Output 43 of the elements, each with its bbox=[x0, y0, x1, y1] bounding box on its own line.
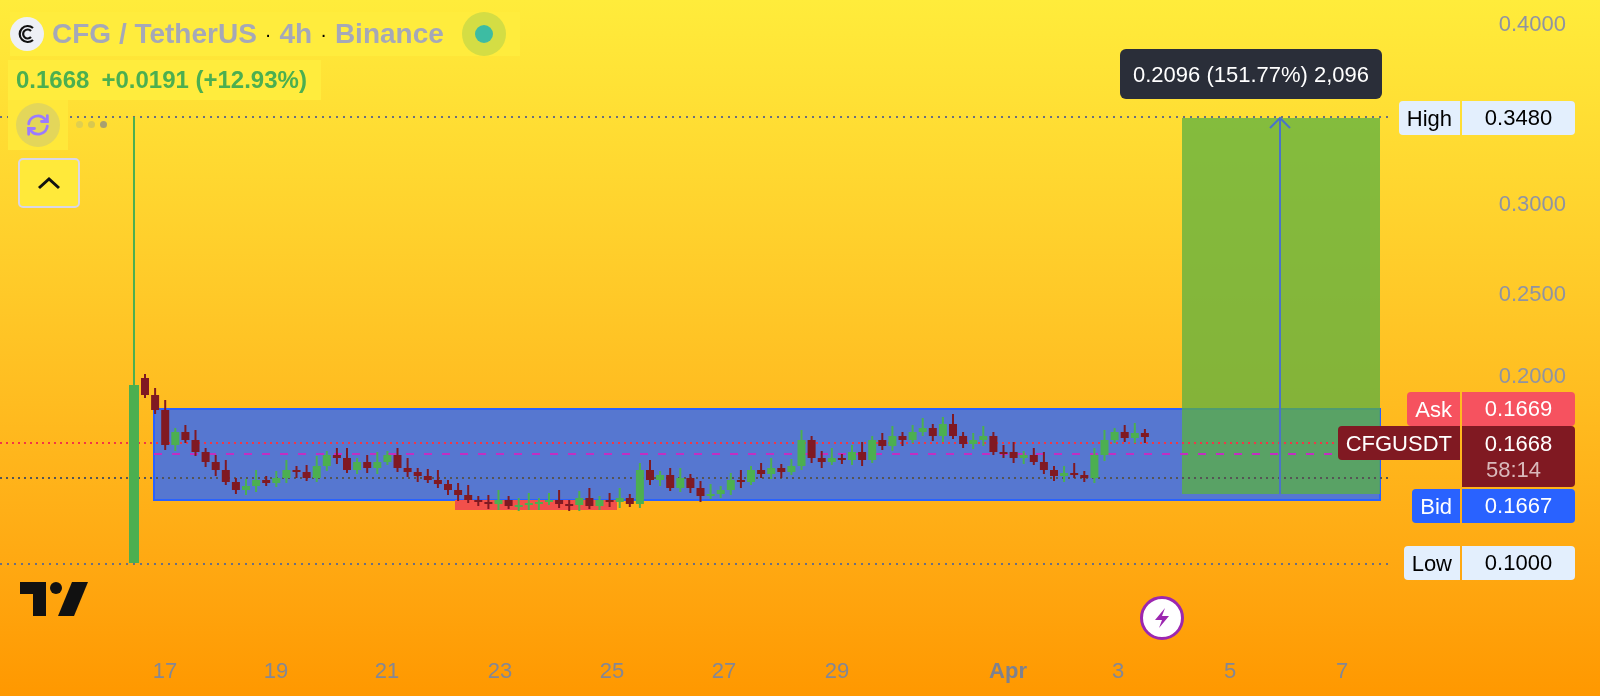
time-axis-label: 25 bbox=[599, 657, 625, 685]
time-axis-label: 21 bbox=[374, 657, 400, 685]
price-axis-label: 0.2500 bbox=[1498, 280, 1566, 308]
caret-up-icon bbox=[37, 176, 61, 190]
loading-dots-icon bbox=[76, 121, 107, 128]
symbol-name[interactable]: CFG / TetherUS bbox=[52, 20, 257, 48]
separator-dot: · bbox=[320, 24, 327, 44]
price-tag-label: Bid bbox=[1412, 489, 1460, 523]
bar-countdown: 58:14 bbox=[1485, 456, 1542, 483]
price-axis-label: 0.4000 bbox=[1498, 10, 1566, 38]
price-tag-value: 0.3480 bbox=[1484, 105, 1553, 131]
separator-dot: · bbox=[264, 24, 272, 44]
time-axis-label: 5 bbox=[1223, 657, 1237, 685]
market-status-icon bbox=[461, 12, 506, 56]
logo-icon bbox=[20, 582, 88, 616]
time-axis-label: 29 bbox=[824, 657, 850, 685]
time-axis-label: 17 bbox=[152, 657, 178, 685]
price-axis-label: 0.3000 bbox=[1498, 190, 1566, 218]
lightning-icon bbox=[1152, 607, 1172, 629]
price-tag-label: High bbox=[1398, 101, 1460, 135]
time-axis-label: 19 bbox=[263, 657, 289, 685]
coin-logo-icon bbox=[10, 17, 44, 51]
lightning-button[interactable] bbox=[1140, 596, 1184, 640]
price-tag-value: 0.1668 bbox=[1484, 430, 1553, 457]
time-axis-label: 3 bbox=[1111, 657, 1125, 685]
price-tag-value: 0.1667 bbox=[1484, 493, 1553, 519]
price-tag-label: Low bbox=[1403, 546, 1460, 580]
price-tag-value: 0.1669 bbox=[1484, 396, 1553, 422]
time-axis-label: Apr bbox=[989, 657, 1027, 685]
time-axis-label: 23 bbox=[487, 657, 513, 685]
collapse-button[interactable] bbox=[18, 158, 80, 208]
price-tag-label: Ask bbox=[1407, 392, 1460, 426]
measure-tooltip: 0.2096 (151.77%) 2,096 bbox=[1120, 49, 1383, 99]
price-tag-label: CFGUSDT bbox=[1337, 426, 1460, 460]
price-axis-label: 0.2000 bbox=[1498, 362, 1566, 390]
time-axis-label: 7 bbox=[1335, 657, 1349, 685]
exchange-name: Binance bbox=[334, 20, 444, 48]
refresh-icon[interactable] bbox=[16, 103, 60, 147]
last-price: 0.1668 bbox=[16, 65, 90, 95]
time-axis-label: 27 bbox=[711, 657, 737, 685]
price-change: +0.0191 (+12.93%) bbox=[101, 65, 307, 95]
price-tag-value: 0.1000 bbox=[1484, 550, 1553, 576]
interval-label[interactable]: 4h bbox=[279, 20, 313, 48]
